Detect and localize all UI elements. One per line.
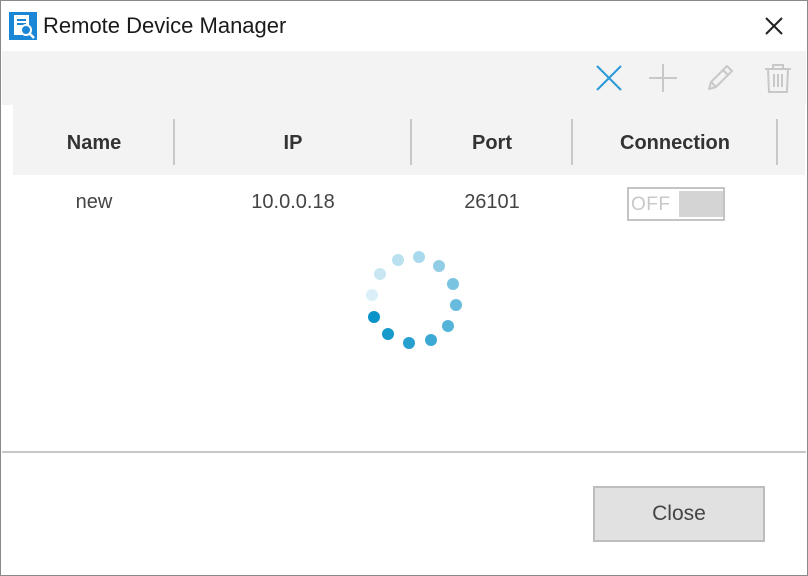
remote-device-manager-window: Remote Device Manager Name IP Port Conne… — [0, 0, 808, 576]
cell-port: 26101 — [464, 191, 520, 213]
toggle-knob[interactable] — [679, 191, 723, 217]
title-bar: Remote Device Manager — [1, 1, 807, 49]
table-header: Name IP Port Connection — [13, 105, 805, 175]
toggle-state-label: OFF — [631, 194, 671, 215]
device-manager-icon — [9, 12, 37, 40]
column-divider[interactable] — [776, 119, 778, 165]
cancel-x-icon[interactable] — [594, 63, 624, 93]
column-header-name[interactable]: Name — [13, 105, 175, 175]
add-plus-icon[interactable] — [648, 63, 678, 93]
cell-name: new — [75, 191, 113, 213]
column-header-port[interactable]: Port — [412, 105, 572, 175]
footer-divider — [2, 451, 806, 453]
column-header-connection[interactable]: Connection — [573, 105, 777, 175]
edit-pencil-icon[interactable] — [705, 63, 735, 93]
connection-toggle[interactable]: OFF — [627, 187, 725, 221]
loading-spinner-icon — [366, 251, 462, 349]
close-icon[interactable] — [761, 13, 787, 39]
window-title: Remote Device Manager — [43, 13, 287, 38]
cell-ip: 10.0.0.18 — [251, 191, 335, 213]
toolbar — [2, 51, 806, 105]
delete-trash-icon[interactable] — [763, 63, 793, 93]
column-header-ip[interactable]: IP — [175, 105, 411, 175]
close-button[interactable]: Close — [593, 486, 765, 542]
